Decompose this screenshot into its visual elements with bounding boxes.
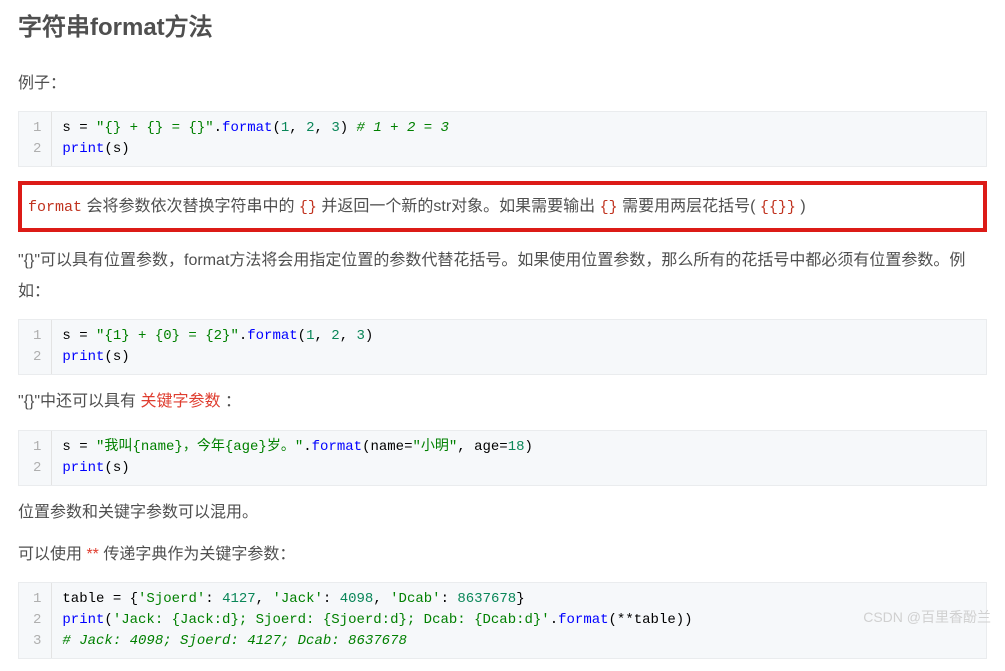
line-gutter: 12 — [19, 112, 52, 166]
code-content: s = "我叫{name}，今年{age}岁。".format(name="小明… — [52, 431, 986, 485]
code-content: s = "{1} + {0} = {2}".format(1, 2, 3)pri… — [52, 320, 986, 374]
line-gutter: 123 — [19, 583, 52, 658]
line-gutter: 12 — [19, 431, 52, 485]
code-block-2: 12 s = "{1} + {0} = {2}".format(1, 2, 3)… — [18, 319, 987, 375]
keyword-highlight: ** — [86, 546, 98, 563]
code-block-4: 123 table = {'Sjoerd': 4127, 'Jack': 409… — [18, 582, 987, 659]
code-content: table = {'Sjoerd': 4127, 'Jack': 4098, '… — [52, 583, 986, 658]
mix-param-paragraph: 位置参数和关键字参数可以混用。 — [18, 498, 987, 528]
page-title: 字符串format方法 — [18, 5, 987, 51]
text-fragment: 可以使用 — [18, 546, 86, 563]
code-block-3: 12 s = "我叫{name}，今年{age}岁。".format(name=… — [18, 430, 987, 486]
line-gutter: 12 — [19, 320, 52, 374]
dict-param-paragraph: 可以使用 ** 传递字典作为关键字参数： — [18, 540, 987, 570]
intro-paragraph: 例子： — [18, 69, 987, 99]
text-fragment: ： — [221, 393, 241, 410]
keyword-highlight: 关键字参数 — [141, 393, 221, 410]
code-block-1: 12 s = "{} + {} = {}".format(1, 2, 3) # … — [18, 111, 987, 167]
text-fragment: 传递字典作为关键字参数： — [99, 546, 295, 563]
positional-param-paragraph: "{}"可以具有位置参数，format方法将会用指定位置的参数代替花括号。如果使… — [18, 246, 987, 307]
code-content: s = "{} + {} = {}".format(1, 2, 3) # 1 +… — [52, 112, 986, 166]
text-fragment: "{}"中还可以具有 — [18, 393, 141, 410]
highlight-callout: format 会将参数依次替换字符串中的 {} 并返回一个新的str对象。如果需… — [18, 181, 987, 233]
keyword-param-paragraph: "{}"中还可以具有 关键字参数 ： — [18, 387, 987, 417]
